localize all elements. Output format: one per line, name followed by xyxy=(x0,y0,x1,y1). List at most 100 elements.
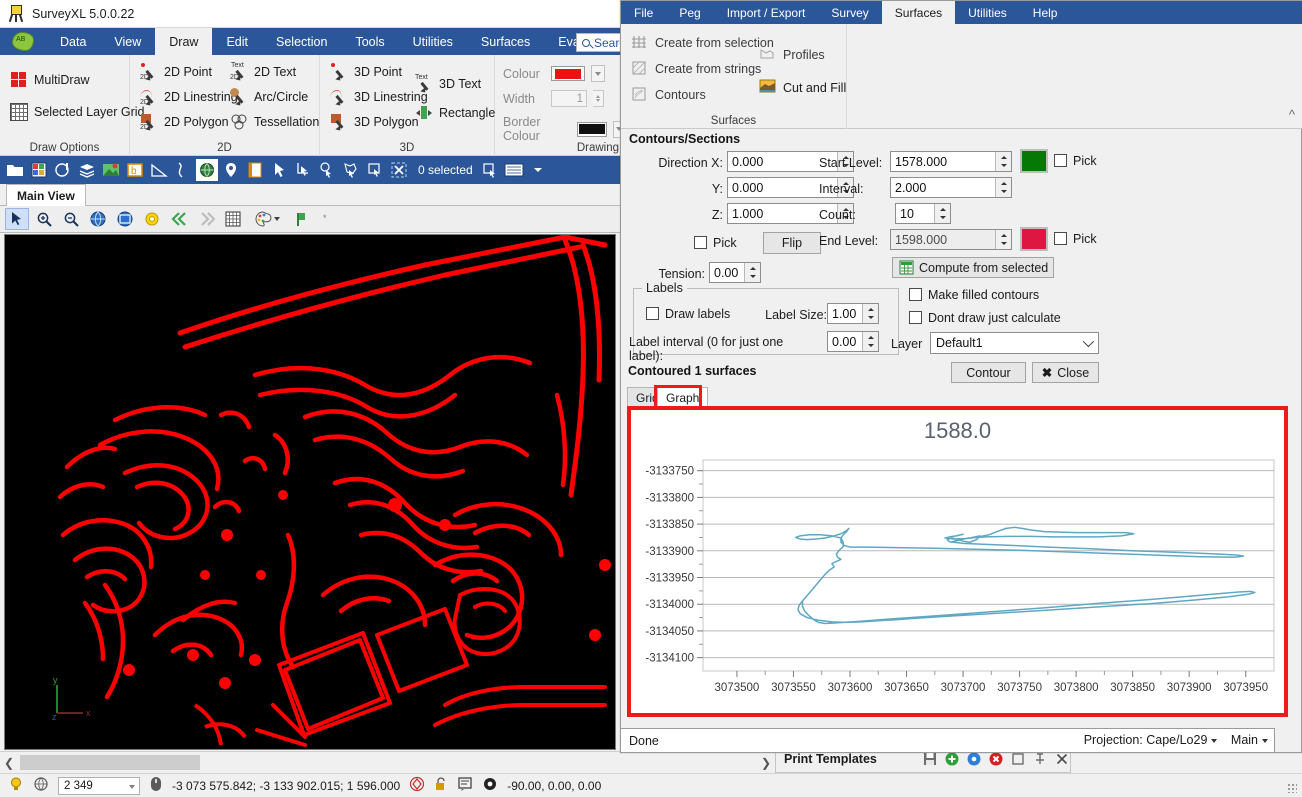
app-ribbon-logo-icon[interactable] xyxy=(0,28,46,55)
layer-select[interactable]: Default1 xyxy=(930,332,1099,354)
scroll-right-icon[interactable]: ❯ xyxy=(757,756,775,770)
draw-labels-checkbox[interactable] xyxy=(646,307,659,320)
dialog-tab-peg[interactable]: Peg xyxy=(666,1,713,24)
horizontal-scrollbar[interactable]: ❮ ❯ xyxy=(0,751,775,773)
ribbon-tab-edit[interactable]: Edit xyxy=(212,28,262,55)
scroll-left-icon[interactable]: ❮ xyxy=(0,756,18,770)
make-filled-contours-checkbox[interactable] xyxy=(909,288,922,301)
compute-from-selected-button[interactable]: Compute from selected xyxy=(892,257,1054,278)
prev-icon[interactable] xyxy=(167,208,191,230)
pin-icon[interactable] xyxy=(220,159,242,181)
contour-button[interactable]: Contour xyxy=(951,362,1026,383)
ribbon-tab-selection[interactable]: Selection xyxy=(262,28,341,55)
map-icon[interactable] xyxy=(100,159,122,181)
resize-grip[interactable] xyxy=(1287,783,1297,793)
zoom-window-icon[interactable] xyxy=(113,208,137,230)
interval-input[interactable]: 2.000 xyxy=(890,177,1012,198)
2d-text-button[interactable]: Text2D 2D Text xyxy=(230,63,296,81)
arrow-pointer-icon[interactable] xyxy=(5,208,29,230)
curve-icon[interactable] xyxy=(172,159,194,181)
dont-draw-checkbox[interactable] xyxy=(909,311,922,324)
note-icon[interactable] xyxy=(457,776,473,795)
ribbon-tab-utilities[interactable]: Utilities xyxy=(399,28,467,55)
folder-icon[interactable] xyxy=(4,159,26,181)
rect-select-icon[interactable] xyxy=(364,159,386,181)
next-icon[interactable] xyxy=(194,208,218,230)
copy-select-icon[interactable] xyxy=(479,159,501,181)
start-level-spinner[interactable] xyxy=(995,152,1011,171)
collapse-ribbon-icon[interactable]: ^ xyxy=(1289,107,1295,122)
measure-icon[interactable] xyxy=(148,159,170,181)
create-from-selection-button[interactable]: Create from selection xyxy=(631,34,774,52)
3d-text-button[interactable]: Text 3D Text xyxy=(415,75,481,93)
tessellation-button[interactable]: Tessellation xyxy=(230,113,319,131)
dialog-tab-help[interactable]: Help xyxy=(1020,1,1071,24)
colour-swatch-button[interactable] xyxy=(551,66,585,81)
palette-dropdown-icon[interactable] xyxy=(248,208,286,230)
2d-polygon-button[interactable]: 2D 2D Polygon xyxy=(140,113,229,131)
multidraw-button[interactable]: MultiDraw xyxy=(10,71,90,89)
layers-icon[interactable] xyxy=(76,159,98,181)
end-level-spinner[interactable] xyxy=(995,230,1011,249)
contours-button[interactable]: Contours xyxy=(631,86,706,104)
globe-icon[interactable] xyxy=(33,776,49,795)
snap-icon[interactable] xyxy=(409,776,425,795)
circle-select-icon[interactable] xyxy=(316,159,338,181)
ribbon-tab-view[interactable]: View xyxy=(100,28,155,55)
cad-drawing-canvas[interactable]: y x z xyxy=(4,234,616,750)
2d-point-button[interactable]: 2D 2D Point xyxy=(140,63,212,81)
scale-dropdown-icon[interactable] xyxy=(129,785,135,789)
overflow-chevron-icon[interactable] xyxy=(527,159,549,181)
ribbon-tab-draw[interactable]: Draw xyxy=(155,28,212,55)
tab-main-view[interactable]: Main View xyxy=(6,184,86,206)
clear-select-icon[interactable] xyxy=(388,159,410,181)
contour-plot[interactable]: -3133750-3133800-3133850-3133900-3133950… xyxy=(631,410,1284,713)
end-pick-checkbox[interactable] xyxy=(1054,232,1067,245)
width-input[interactable]: 1 xyxy=(551,90,587,107)
palette-icon[interactable] xyxy=(52,159,74,181)
grid-icon[interactable] xyxy=(221,208,245,230)
arc-circle-button[interactable]: Arc/Circle xyxy=(230,88,308,106)
label-size-spinner[interactable] xyxy=(862,304,878,323)
dialog-tab-utilities[interactable]: Utilities xyxy=(955,1,1020,24)
flag-icon[interactable] xyxy=(289,208,313,230)
profiles-button[interactable]: Profiles xyxy=(759,46,825,64)
create-from-strings-button[interactable]: Create from strings xyxy=(631,60,761,78)
tension-spinner[interactable] xyxy=(744,263,760,282)
ribbon-tab-surfaces[interactable]: Surfaces xyxy=(467,28,544,55)
dialog-tab-surfaces[interactable]: Surfaces xyxy=(882,1,955,24)
eye-icon[interactable] xyxy=(482,776,498,795)
label-icon[interactable]: b xyxy=(124,159,146,181)
scroll-thumb[interactable] xyxy=(20,755,200,770)
colour-dropdown-icon[interactable] xyxy=(591,65,605,82)
start-pick-checkbox[interactable] xyxy=(1054,154,1067,167)
label-size-input[interactable]: 1.00 xyxy=(827,303,879,324)
zoom-extents-icon[interactable] xyxy=(86,208,110,230)
lightbulb-icon[interactable] xyxy=(8,776,24,795)
tension-input[interactable]: 0.00 xyxy=(709,262,761,283)
flip-button[interactable]: Flip xyxy=(763,232,821,254)
end-level-color-button[interactable] xyxy=(1020,227,1048,251)
projection-status[interactable]: Projection: Cape/Lo29 Main xyxy=(1084,733,1268,747)
selected-layer-grid-button[interactable]: Selected Layer Grid xyxy=(10,103,144,121)
3d-linestring-button[interactable]: 3D Linestring xyxy=(330,88,428,106)
start-level-color-button[interactable] xyxy=(1020,149,1048,173)
width-spinner[interactable] xyxy=(593,90,604,107)
dialog-tab-survey[interactable]: Survey xyxy=(818,1,881,24)
count-spinner[interactable] xyxy=(934,204,950,223)
ribbon-tab-tools[interactable]: Tools xyxy=(341,28,398,55)
settings-gear-icon[interactable] xyxy=(140,208,164,230)
interval-spinner[interactable] xyxy=(995,178,1011,197)
layers-panel-icon[interactable] xyxy=(28,159,50,181)
pick-direction-checkbox[interactable] xyxy=(694,236,707,249)
cut-and-fill-button[interactable]: Cut and Fill xyxy=(759,79,846,97)
projection-dropdown-icon[interactable] xyxy=(1211,739,1217,743)
dialog-tab-import-export[interactable]: Import / Export xyxy=(714,1,819,24)
ribbon-tab-data[interactable]: Data xyxy=(46,28,100,55)
rectangle-button[interactable]: Rectangle xyxy=(415,104,495,122)
start-level-input[interactable]: 1578.000 xyxy=(890,151,1012,172)
border-colour-swatch-button[interactable] xyxy=(577,122,607,137)
list-icon[interactable] xyxy=(503,159,525,181)
2d-linestring-button[interactable]: 2D 2D Linestring xyxy=(140,88,238,106)
dialog-tab-file[interactable]: File xyxy=(621,1,666,24)
